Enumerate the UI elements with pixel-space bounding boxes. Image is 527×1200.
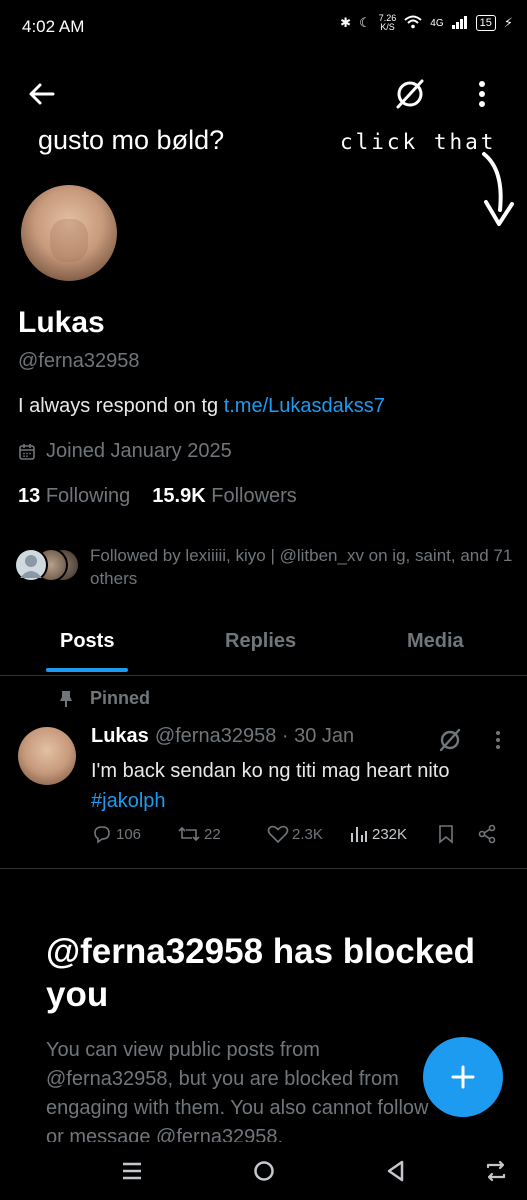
like-count: 2.3K [292,825,323,843]
post-body: I'm back sendan ko ng titi mag heart nit… [91,760,450,782]
bio-text: I always respond on tg [18,395,224,417]
profile-handle: @ferna32958 [18,350,140,372]
default-avatar-icon [20,555,42,578]
divider [0,868,527,869]
following-count: 13 [18,485,41,507]
followers-label: Followers [211,485,297,507]
share-icon [478,824,496,844]
tab-replies[interactable]: Replies [225,630,296,653]
tab-posts[interactable]: Posts [60,630,114,653]
system-nav-bar [0,1143,527,1200]
signal-icon [451,15,468,32]
charging-icon: ⚡ [503,15,513,30]
home-button[interactable] [250,1157,278,1185]
post-header: Lukas @ferna32958 · 30 Jan [91,725,354,748]
followers-link[interactable]: 15.9K Followers [152,485,297,508]
menu-lines-icon [123,1162,141,1180]
active-tab-indicator [46,668,128,672]
followers-count: 15.9K [152,485,206,507]
follow-counts: 13 Following 15.9K Followers [18,485,297,508]
bookmark-button[interactable] [437,824,455,844]
following-label: Following [45,485,131,507]
bookmark-icon [439,825,453,844]
share-button[interactable] [477,824,497,844]
recent-apps-button[interactable] [118,1157,146,1185]
post-meta: @ferna32958 · 30 Jan [154,725,355,747]
grok-icon [396,79,424,109]
profile-tabs: Posts Replies Media [0,620,527,676]
grok-icon [439,728,461,752]
moon-icon: ☾ [359,15,371,30]
banner-text-left: gusto mo bøld? [38,125,225,155]
bio-link[interactable]: t.me/Lukasdakss7 [224,395,385,417]
grok-button[interactable] [392,76,428,112]
profile-name: Lukas [18,306,105,339]
followed-by-avatars [14,548,84,584]
wifi-icon [404,15,422,32]
following-link[interactable]: 13 Following [18,485,130,508]
bluetooth-icon: ✱ [340,15,352,30]
status-time: 4:02 AM [22,17,85,36]
like-button[interactable]: 2.3K [267,824,323,844]
repost-icon [178,826,200,842]
views-icon [351,827,367,842]
pinned-label: Pinned [58,688,150,709]
post-grok-button[interactable] [436,726,464,754]
joined-date: Joined January 2025 [18,440,232,463]
profile-bio: I always respond on tg t.me/Lukasdakss7 [18,395,385,418]
network-label: 4G [430,17,444,29]
follower-avatar [14,548,48,582]
pinned-text: Pinned [90,688,151,708]
more-vertical-icon [479,81,485,107]
swap-arrows-icon [486,1160,506,1182]
post-avatar[interactable] [18,727,76,785]
net-speed: 7.26 K/S [379,14,397,32]
curved-arrow-icon [470,150,522,232]
calendar-icon [19,443,35,460]
post-hashtag[interactable]: #jakolph [91,790,166,812]
post-text: I'm back sendan ko ng titi mag heart nit… [91,756,511,816]
arrow-left-icon [29,83,55,105]
reply-button[interactable]: 106 [91,824,141,844]
back-nav-button[interactable] [382,1157,410,1185]
plus-icon [451,1065,475,1089]
tab-media[interactable]: Media [407,630,464,653]
battery-level: 15 [475,15,496,31]
more-options-button[interactable] [470,76,494,112]
joined-text: Joined January 2025 [46,440,232,462]
views-button[interactable]: 232K [349,824,407,844]
back-button[interactable] [26,78,58,110]
heart-icon [267,825,289,844]
view-count: 232K [372,825,408,843]
triangle-back-icon [387,1160,404,1182]
repost-count: 22 [204,825,221,843]
post-actions: 106 22 2.3K 232K [91,824,511,850]
post-more-button[interactable] [490,728,506,752]
followed-by-text: Followed by lexiiiii, kiyo | @litben_xv … [90,546,513,588]
post-author[interactable]: Lukas [91,725,149,748]
reply-count: 106 [116,825,142,843]
net-speed-unit: K/S [380,22,395,32]
home-circle-icon [254,1161,274,1181]
blocked-description: You can view public posts from @ferna329… [46,1039,429,1142]
status-icons: ✱ ☾ 7.26 K/S 4G 15 ⚡ [340,14,513,32]
blocked-title: @ferna32958 has blocked you [46,932,476,1014]
profile-avatar[interactable] [18,182,120,284]
pin-icon [60,690,72,707]
reply-icon [94,826,110,844]
repost-button[interactable]: 22 [177,824,221,844]
nav-switch-button[interactable] [482,1157,510,1185]
more-vertical-icon [496,731,500,749]
compose-button[interactable] [423,1037,503,1117]
